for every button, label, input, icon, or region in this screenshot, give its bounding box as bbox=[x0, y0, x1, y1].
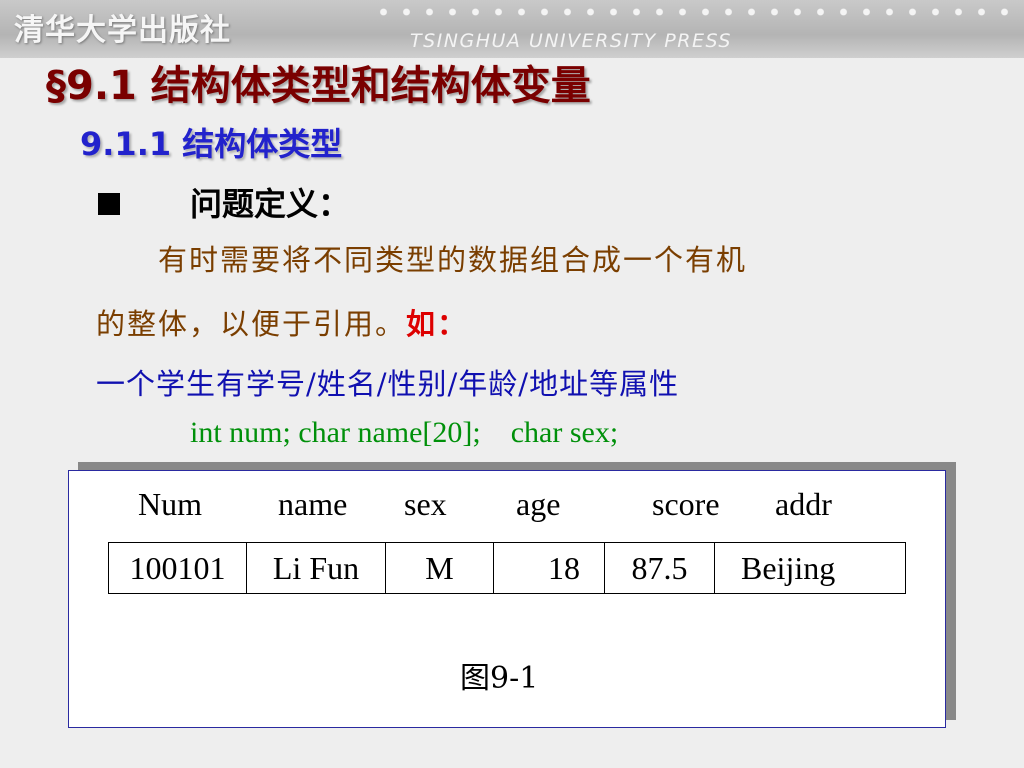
cell-addr: Beijing bbox=[741, 549, 836, 586]
publisher-name-en: TSINGHUA UNIVERSITY PRESS bbox=[410, 30, 732, 52]
cell-score: 87.5 bbox=[605, 543, 715, 593]
cell-num: 100101 bbox=[109, 543, 247, 593]
column-header-num: Num bbox=[138, 486, 202, 522]
code-declaration: int num; char name[20]; char sex; bbox=[190, 416, 619, 449]
banner-dots-decoration bbox=[372, 2, 1024, 22]
publisher-banner: 清华大学出版社 TSINGHUA UNIVERSITY PRESS bbox=[0, 0, 1024, 58]
cell-name: Li Fun bbox=[247, 543, 386, 593]
student-record-table: 100101 Li Fun M 18 87.5 Beijing bbox=[108, 542, 906, 594]
student-attributes: 一个学生有学号/姓名/性别/年龄/地址等属性 bbox=[96, 367, 680, 401]
column-header-score: score bbox=[652, 486, 720, 522]
figure-caption: 图9-1 bbox=[460, 661, 539, 696]
description-text: 的整体，以便于引用。 bbox=[96, 307, 407, 341]
cell-sex: M bbox=[386, 543, 494, 593]
example-marker: 如： bbox=[406, 307, 469, 341]
square-bullet-icon bbox=[98, 193, 120, 215]
cell-age: 18 bbox=[494, 543, 605, 593]
column-header-name: name bbox=[278, 486, 348, 522]
description-line-1: 有时需要将不同类型的数据组合成一个有机 bbox=[158, 243, 748, 277]
column-header-sex: sex bbox=[404, 486, 447, 522]
description-line-2: 的整体，以便于引用。如： bbox=[96, 310, 468, 339]
column-header-age: age bbox=[516, 486, 561, 522]
column-header-addr: addr bbox=[775, 486, 832, 522]
bullet-label: 问题定义： bbox=[190, 185, 351, 223]
slide-title: §9.1 结构体类型和结构体变量 bbox=[46, 63, 591, 109]
slide-subtitle: 9.1.1 结构体类型 bbox=[80, 125, 343, 163]
publisher-logo: 清华大学出版社 bbox=[14, 13, 231, 48]
